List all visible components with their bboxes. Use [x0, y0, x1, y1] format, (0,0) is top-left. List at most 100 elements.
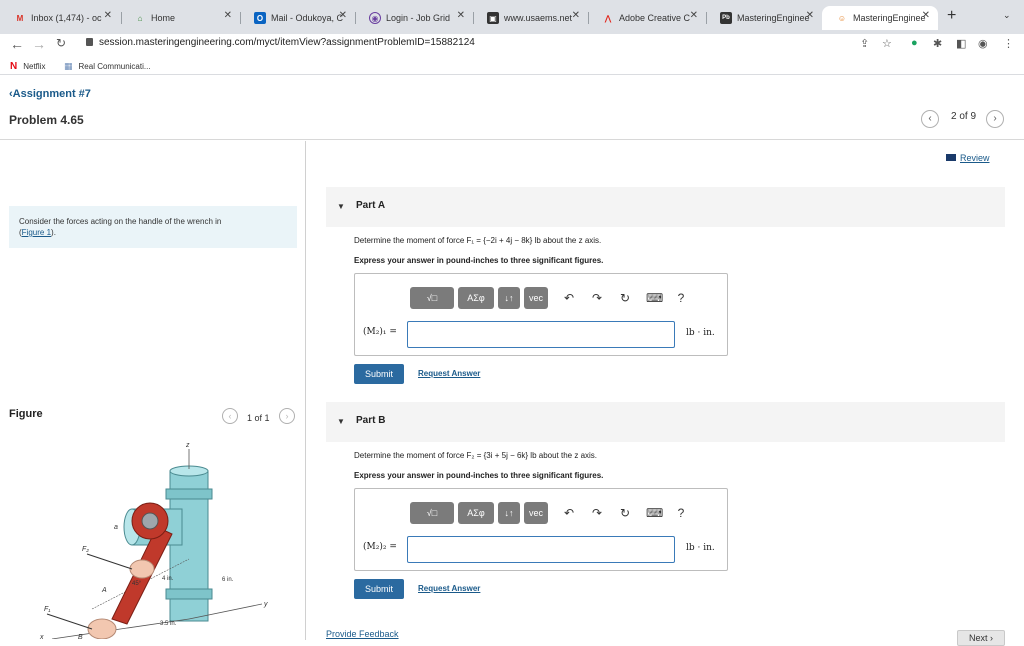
new-tab-button[interactable]: +	[947, 7, 956, 25]
bookmark-label: Real Communicati...	[78, 62, 151, 71]
part-b-question: Determine the moment of force F₂ = {3i +…	[354, 451, 598, 460]
part-b-submit-button[interactable]: Submit	[354, 579, 404, 599]
close-icon[interactable]: ✕	[224, 10, 232, 21]
back-arrow-icon[interactable]: ←	[10, 36, 24, 52]
figure-next-button[interactable]: ›	[279, 408, 295, 424]
mastering-icon: ☺	[837, 13, 847, 23]
tab-home[interactable]: ⌂ Home ✕	[120, 6, 240, 30]
review-link[interactable]: Review	[946, 153, 990, 163]
star-icon[interactable]: ☆	[882, 37, 892, 50]
label-a: a	[114, 524, 118, 531]
part-a-math-toolbar: √□ AΣφ ↓↑ vec ↶ ↷ ↻ ⌨ ?	[410, 286, 692, 309]
sqrt-template-button[interactable]: √□	[410, 501, 454, 524]
tab-mastering-1[interactable]: Pb MasteringEnginee ✕	[706, 6, 822, 30]
tab-label: Home	[151, 13, 176, 23]
extensions-icon[interactable]: ✱	[933, 37, 942, 50]
label-f1: F₁	[44, 606, 51, 613]
bookmark-real-communication[interactable]: ▦ Real Communicati...	[64, 61, 151, 72]
bookmark-icon: ▦	[64, 61, 73, 71]
tab-usaems[interactable]: ▣ www.usaems.net ✕	[473, 6, 588, 30]
part-b-title: Part B	[356, 415, 386, 426]
share-icon[interactable]: ⇪	[860, 37, 869, 50]
tab-label: MasteringEnginee	[737, 13, 810, 23]
netflix-icon: N	[10, 61, 18, 72]
vector-button[interactable]: vec	[524, 286, 548, 309]
caret-down-icon: ▼	[337, 417, 345, 426]
figure-link[interactable]: Figure 1	[22, 228, 51, 237]
tab-mastering-active[interactable]: ☺ MasteringEnginee ✕	[822, 6, 938, 30]
bookmark-netflix[interactable]: N Netflix	[10, 61, 45, 72]
next-button[interactable]: Next ›	[957, 630, 1005, 646]
close-icon[interactable]: ✕	[339, 10, 347, 21]
part-b-answer-input[interactable]	[407, 536, 675, 563]
close-icon[interactable]: ✕	[922, 10, 930, 21]
label-6in: 6 in.	[222, 577, 234, 583]
redo-icon[interactable]: ↷	[590, 506, 604, 520]
figure-prev-button[interactable]: ‹	[222, 408, 238, 424]
chevron-down-icon[interactable]: ⌄	[1003, 10, 1011, 21]
prev-problem-button[interactable]: ‹	[921, 110, 939, 128]
kebab-menu-icon[interactable]: ⋮	[1003, 37, 1014, 50]
next-problem-button[interactable]: ›	[986, 110, 1004, 128]
sqrt-template-button[interactable]: √□	[410, 286, 454, 309]
usaems-icon: ▣	[487, 12, 499, 24]
part-a-unit: lb · in.	[686, 328, 715, 338]
reset-icon[interactable]: ↻	[618, 291, 632, 305]
caret-down-icon: ▼	[337, 202, 345, 211]
part-a-request-answer-link[interactable]: Request Answer	[418, 369, 480, 378]
label-ca: A	[101, 587, 107, 594]
page-title: Problem 4.65	[9, 113, 84, 127]
back-to-assignment-link[interactable]: ‹Assignment #7	[9, 88, 91, 100]
keyboard-icon[interactable]: ⌨	[646, 506, 663, 520]
close-icon[interactable]: ✕	[806, 10, 814, 21]
url-field[interactable]: session.masteringengineering.com/myct/it…	[86, 37, 475, 48]
browser-tab-bar: M Inbox (1,474) - oc ✕ ⌂ Home ✕ O Mail -…	[0, 0, 1024, 34]
help-icon[interactable]: ?	[674, 506, 688, 520]
close-icon[interactable]: ✕	[104, 10, 112, 21]
jobgrid-icon: ◉	[369, 12, 381, 24]
redo-icon[interactable]: ↷	[590, 291, 604, 305]
greek-symbols-button[interactable]: AΣφ	[458, 286, 494, 309]
back-label: Assignment #7	[12, 88, 91, 100]
part-b-variable-label: (M₂)₂ =	[363, 542, 397, 552]
vector-button[interactable]: vec	[524, 501, 548, 524]
sub-superscript-button[interactable]: ↓↑	[498, 501, 520, 524]
greek-symbols-button[interactable]: AΣφ	[458, 501, 494, 524]
part-a-answer-input[interactable]	[407, 321, 675, 348]
left-panel: Consider the forces acting on the handle…	[0, 141, 306, 640]
reset-icon[interactable]: ↻	[618, 506, 632, 520]
bookmarks-bar: N Netflix ▦ Real Communicati...	[0, 57, 1024, 75]
part-b-request-answer-link[interactable]: Request Answer	[418, 584, 480, 593]
part-a-question: Determine the moment of force F₁ = {−2i …	[354, 236, 602, 245]
tab-adobe[interactable]: ⋀ Adobe Creative C ✕	[588, 6, 706, 30]
part-a-submit-button[interactable]: Submit	[354, 364, 404, 384]
sidepanel-icon[interactable]: ◧	[956, 37, 966, 50]
close-icon[interactable]: ✕	[572, 10, 580, 21]
part-b-answer-box: √□ AΣφ ↓↑ vec ↶ ↷ ↻ ⌨ ? (M₂)₂ = lb · in.	[354, 488, 728, 571]
problem-pager: 2 of 9	[951, 111, 977, 122]
mastering-icon: Pb	[720, 12, 732, 24]
tab-label: Adobe Creative C	[619, 13, 691, 23]
sub-superscript-button[interactable]: ↓↑	[498, 286, 520, 309]
label-angle: 45°	[132, 581, 142, 587]
close-icon[interactable]: ✕	[457, 10, 465, 21]
tab-label: www.usaems.net	[504, 13, 573, 23]
tab-outlook[interactable]: O Mail - Odukoya, C ✕	[240, 6, 355, 30]
undo-icon[interactable]: ↶	[562, 506, 576, 520]
help-icon[interactable]: ?	[674, 291, 688, 305]
avatar[interactable]: ◉	[978, 37, 988, 50]
tab-gmail[interactable]: M Inbox (1,474) - oc ✕	[0, 6, 120, 30]
part-b-header[interactable]: ▼ Part B	[326, 402, 1005, 442]
grammarly-icon[interactable]: ●	[911, 37, 918, 49]
tab-jobgrid[interactable]: ◉ Login - Job Grid ✕	[355, 6, 473, 30]
part-a-instruction: Express your answer in pound-inches to t…	[354, 256, 604, 265]
part-a-header[interactable]: ▼ Part A	[326, 187, 1005, 227]
keyboard-icon[interactable]: ⌨	[646, 291, 663, 305]
undo-icon[interactable]: ↶	[562, 291, 576, 305]
close-icon[interactable]: ✕	[690, 10, 698, 21]
url-text: session.masteringengineering.com/myct/it…	[99, 37, 475, 48]
address-bar: ← → ↻ session.masteringengineering.com/m…	[0, 34, 1024, 56]
provide-feedback-link[interactable]: Provide Feedback	[326, 629, 399, 639]
reload-icon[interactable]: ↻	[56, 36, 66, 50]
forward-arrow-icon[interactable]: →	[32, 36, 46, 52]
